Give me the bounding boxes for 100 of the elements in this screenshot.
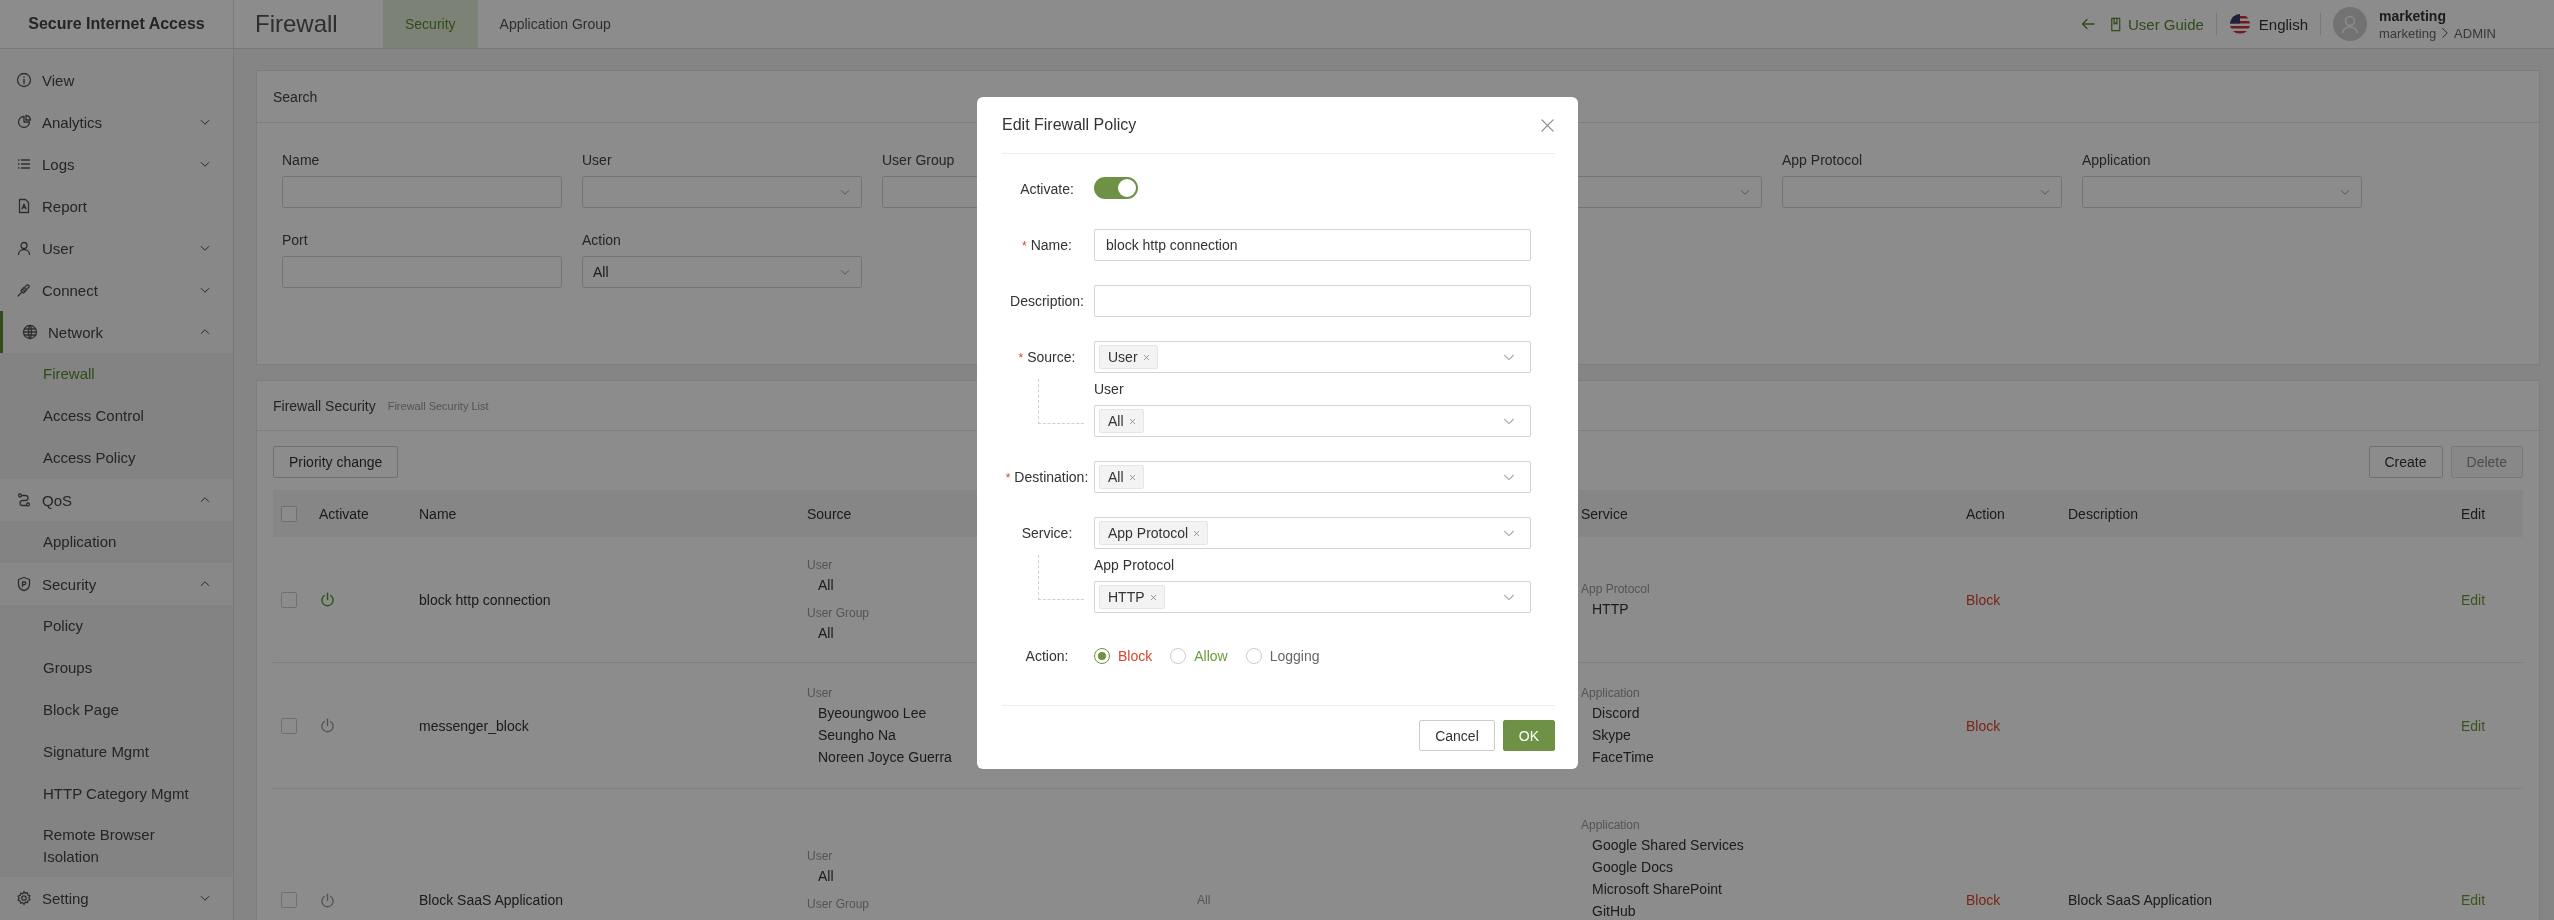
tag-chip[interactable]: App Protocol — [1099, 521, 1209, 545]
sidebar-subitem[interactable]: Block Page — [0, 689, 233, 731]
sidebar-item[interactable]: User — [0, 227, 233, 269]
user-guide-link[interactable]: User Guide — [2107, 15, 2204, 33]
sidebar-subitem[interactable]: Policy — [0, 605, 233, 647]
table-cell: Block — [1966, 591, 2001, 608]
field-label: Source: — [1027, 349, 1076, 365]
ok-button[interactable]: OK — [1502, 720, 1555, 751]
remove-icon[interactable] — [1127, 416, 1137, 426]
sidebar-subitem[interactable]: HTTP Category Mgmt — [0, 773, 233, 815]
table-cell-text: Seungho Na — [817, 725, 897, 745]
dropdown-field[interactable] — [582, 176, 862, 208]
tag-chip[interactable]: All — [1099, 465, 1144, 489]
cancel-button[interactable]: Cancel — [1419, 720, 1495, 751]
settings-icon — [16, 890, 32, 906]
power-icon[interactable] — [319, 717, 336, 734]
shield-icon — [16, 576, 32, 592]
group-label: App Protocol — [1581, 580, 1650, 598]
table-cell-text: All — [1196, 893, 1211, 907]
sidebar-subitem[interactable]: Signature Mgmt — [0, 731, 233, 773]
sidebar-item[interactable]: Report — [0, 185, 233, 227]
panel-title: Search — [273, 88, 318, 105]
sidebar-subitem[interactable]: Access Control — [0, 395, 233, 437]
flag-icon — [2228, 13, 2251, 35]
edit-link[interactable]: Edit — [2461, 892, 2486, 908]
table-cell-text: Microsoft SharePoint — [1591, 880, 1723, 899]
pie-chart-icon — [16, 114, 32, 130]
user-name: marketing — [2379, 7, 2447, 24]
tag-chip[interactable]: HTTP — [1099, 585, 1165, 609]
user-role: ADMIN — [2454, 25, 2496, 41]
input-field[interactable] — [282, 256, 562, 288]
close-icon[interactable] — [1540, 117, 1555, 133]
tab[interactable]: Security — [383, 0, 478, 48]
person-icon — [16, 240, 32, 256]
remove-icon[interactable] — [1141, 352, 1151, 362]
radio-button[interactable] — [1170, 648, 1187, 664]
tag-chip[interactable]: User — [1099, 345, 1158, 369]
group-label: User — [807, 684, 834, 702]
toggle-switch[interactable] — [1094, 176, 1138, 199]
dialog-title: Edit Firewall Policy — [1002, 116, 1137, 134]
edit-link[interactable]: Edit — [2461, 717, 2486, 734]
remove-icon[interactable] — [1192, 528, 1202, 538]
column-header: Action — [1966, 505, 2005, 522]
select-field[interactable]: User — [1094, 341, 1531, 373]
input-field[interactable] — [1094, 285, 1531, 317]
radio-label[interactable]: Allow — [1194, 648, 1228, 664]
radio-label[interactable]: Logging — [1269, 648, 1320, 664]
back-arrow-icon[interactable] — [2079, 16, 2096, 32]
checkbox[interactable] — [281, 892, 297, 908]
sidebar-item[interactable]: Connect — [0, 269, 233, 311]
select-field[interactable]: App Protocol — [1094, 517, 1531, 549]
remove-icon[interactable] — [1127, 472, 1137, 482]
toolbar-button[interactable]: Create — [2368, 446, 2443, 478]
group-label: User — [807, 556, 834, 574]
dropdown-field[interactable]: All — [582, 256, 862, 288]
group-label: Application — [1581, 684, 1641, 702]
dropdown-field[interactable] — [2082, 176, 2362, 208]
table-cell: Block SaaS Application — [2068, 892, 2212, 908]
column-header: Description — [2068, 505, 2139, 522]
sidebar-item[interactable]: QoS — [0, 479, 233, 521]
globe-icon — [22, 324, 38, 340]
radio-button[interactable] — [1245, 648, 1262, 664]
priority-button[interactable]: Priority change — [273, 446, 399, 478]
input-field[interactable] — [282, 176, 562, 208]
tag-chip[interactable]: All — [1099, 409, 1144, 433]
sidebar-item[interactable]: View — [0, 59, 233, 101]
table-cell-text: Noreen Joyce Guerra — [817, 747, 952, 767]
select-field[interactable]: All — [1094, 405, 1531, 437]
power-icon[interactable] — [319, 891, 336, 909]
input-field[interactable]: block http connection — [1094, 229, 1531, 261]
required-mark: * — [1005, 471, 1011, 485]
remove-icon[interactable] — [1148, 592, 1158, 602]
sidebar-item[interactable]: Analytics — [0, 101, 233, 143]
select-field[interactable]: All — [1094, 461, 1531, 493]
radio-button[interactable] — [1094, 648, 1110, 664]
dropdown-field[interactable] — [1782, 176, 2062, 208]
checkbox[interactable] — [281, 505, 297, 522]
sidebar-subitem[interactable]: Access Policy — [0, 437, 233, 479]
radio-label[interactable]: Block — [1118, 648, 1153, 664]
table-cell-text: All — [817, 623, 835, 643]
sidebar-subitem[interactable]: Groups — [0, 647, 233, 689]
sidebar-item[interactable]: Setting — [0, 877, 233, 919]
table-cell: Block — [1966, 717, 2001, 734]
sidebar-item[interactable]: Security — [0, 563, 233, 605]
column-header: Name — [419, 505, 457, 522]
power-icon[interactable] — [319, 591, 336, 608]
table-cell: block http connection — [419, 591, 551, 608]
avatar-icon[interactable] — [2333, 7, 2368, 41]
column-header: Source — [807, 505, 852, 522]
checkbox[interactable] — [281, 591, 297, 608]
select-field[interactable]: HTTP — [1094, 581, 1531, 613]
sidebar-subitem[interactable]: Firewall — [0, 353, 233, 395]
language-selector[interactable]: English — [2228, 13, 2309, 35]
sidebar-subitem[interactable]: Remote Browser Isolation — [0, 815, 233, 877]
edit-link[interactable]: Edit — [2461, 591, 2486, 608]
sidebar-subitem[interactable]: Application — [0, 521, 233, 563]
group-label: Application — [1581, 817, 1641, 834]
column-header: Activate — [319, 505, 369, 522]
checkbox[interactable] — [281, 717, 297, 734]
sidebar-item[interactable]: Logs — [0, 143, 233, 185]
